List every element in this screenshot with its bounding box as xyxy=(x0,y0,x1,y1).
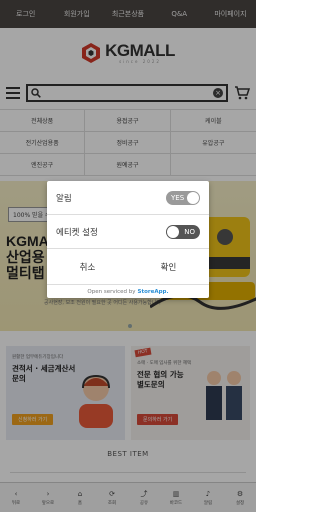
cancel-button[interactable]: 취소 xyxy=(47,249,128,284)
dialog-footer: Open serviced by StoreApp. xyxy=(47,285,209,298)
toggle-knob xyxy=(167,225,179,238)
etiquette-label: 에티켓 설정 xyxy=(56,227,98,238)
toggle-knob xyxy=(187,191,199,204)
notification-row: 알림 YES xyxy=(47,181,209,215)
notification-toggle[interactable]: YES xyxy=(166,190,200,205)
footer-prefix: Open serviced by xyxy=(87,288,136,295)
etiquette-row: 에티켓 설정 NO xyxy=(47,215,209,249)
confirm-button[interactable]: 확인 xyxy=(128,249,209,284)
etiquette-toggle-text: NO xyxy=(184,227,195,236)
dialog-buttons: 취소 확인 xyxy=(47,249,209,285)
footer-brand[interactable]: StoreApp. xyxy=(138,289,169,295)
notification-label: 알림 xyxy=(56,193,72,204)
notification-toggle-text: YES xyxy=(171,193,185,202)
etiquette-toggle[interactable]: NO xyxy=(166,224,200,239)
notification-settings-dialog: 알림 YES 에티켓 설정 NO 취소 확인 Open serviced by … xyxy=(47,181,209,298)
